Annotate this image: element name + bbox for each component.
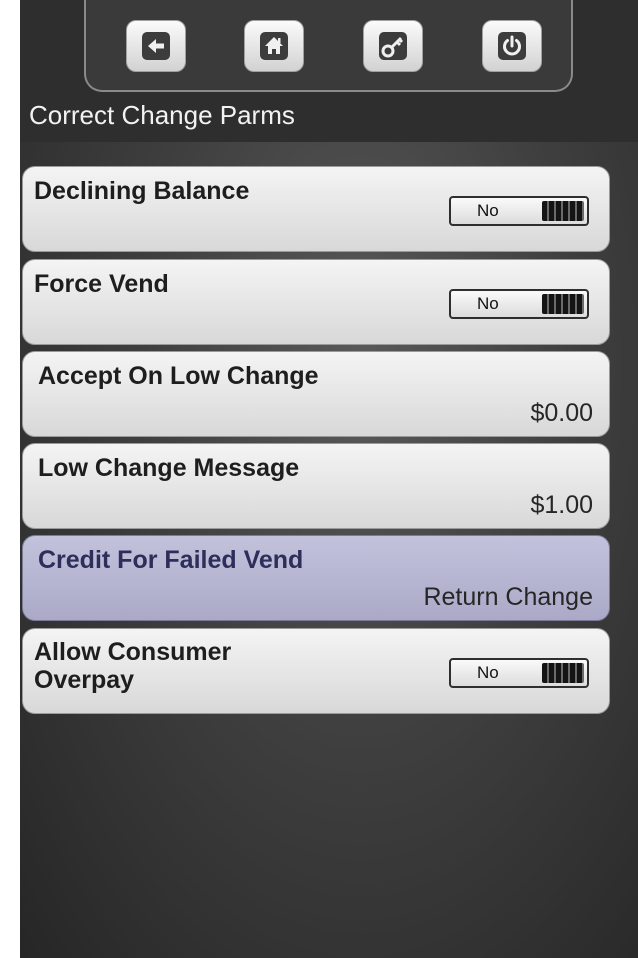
setting-label: Force Vend (34, 270, 169, 298)
toggle-knob (542, 201, 584, 221)
back-button[interactable] (126, 20, 186, 72)
setting-value: $1.00 (530, 491, 593, 519)
setting-value: Return Change (423, 583, 593, 611)
page-title: Correct Change Parms (29, 100, 295, 130)
home-button[interactable] (244, 20, 304, 72)
setting-low-change-message[interactable]: Low Change Message $1.00 (22, 443, 610, 529)
force-vend-toggle[interactable]: No (449, 289, 589, 319)
power-button[interactable] (482, 20, 542, 72)
setting-credit-for-failed-vend[interactable]: Credit For Failed Vend Return Change (22, 535, 610, 621)
setting-label: Declining Balance (34, 177, 250, 205)
toggle-value: No (477, 201, 499, 220)
setting-allow-consumer-overpay[interactable]: Allow Consumer Overpay No (22, 628, 610, 714)
key-button[interactable] (363, 20, 423, 72)
toggle-knob (542, 294, 584, 314)
toggle-value: No (477, 663, 499, 682)
toggle-value: No (477, 294, 499, 313)
toolbar (84, 0, 573, 92)
setting-label: Allow Consumer Overpay (34, 638, 232, 694)
setting-label: Credit For Failed Vend (38, 546, 304, 574)
setting-label: Low Change Message (38, 454, 300, 482)
setting-force-vend[interactable]: Force Vend No (22, 259, 610, 345)
screen: Correct Change Parms Declining Balance N… (20, 0, 638, 958)
setting-accept-on-low-change[interactable]: Accept On Low Change $0.00 (22, 351, 610, 437)
power-icon (498, 32, 526, 60)
setting-label: Accept On Low Change (38, 362, 319, 390)
key-icon (379, 32, 407, 60)
toggle-knob (542, 663, 584, 683)
declining-balance-toggle[interactable]: No (449, 196, 589, 226)
setting-declining-balance[interactable]: Declining Balance No (22, 166, 610, 252)
home-icon (260, 32, 288, 60)
header-bar: Correct Change Parms (20, 0, 638, 142)
allow-consumer-overpay-toggle[interactable]: No (449, 658, 589, 688)
setting-value: $0.00 (530, 399, 593, 427)
arrow-left-icon (142, 32, 170, 60)
